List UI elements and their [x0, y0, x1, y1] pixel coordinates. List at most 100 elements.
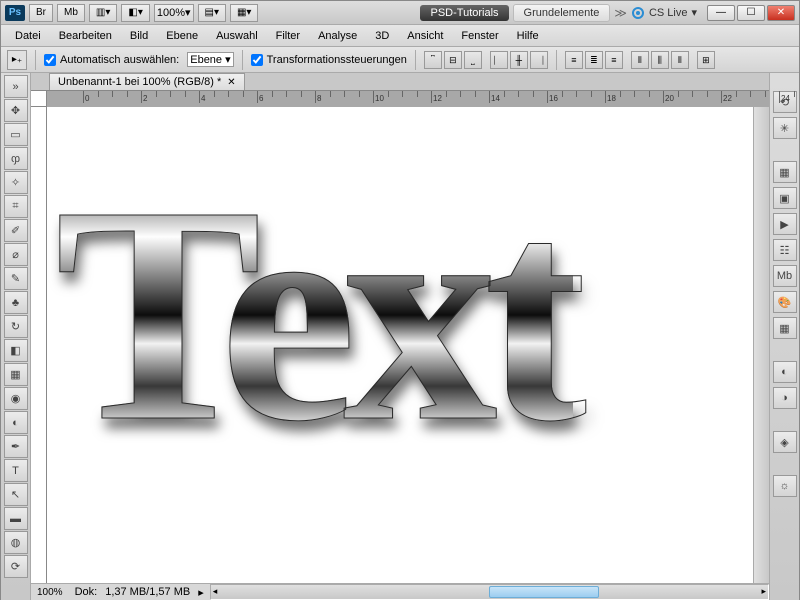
path-tool[interactable]: ↖ — [4, 483, 28, 506]
adjustments-panel-icon[interactable]: ◐ — [773, 361, 797, 383]
extras-button[interactable]: ◧▾ — [121, 4, 149, 22]
menu-auswahl[interactable]: Auswahl — [208, 27, 266, 45]
minimize-button[interactable]: — — [707, 5, 735, 21]
type-tool[interactable]: T — [4, 459, 28, 482]
actions-panel-icon[interactable]: ▶ — [773, 213, 797, 235]
channels-panel-icon[interactable]: ☷ — [773, 239, 797, 261]
scroll-left-icon[interactable]: ◂ — [213, 586, 218, 597]
crop-tool[interactable]: ⌗ — [4, 195, 28, 218]
workspace-other[interactable]: Grundelemente — [513, 4, 611, 22]
document-tab-title: Unbenannt-1 bei 100% (RGB/8) * — [58, 76, 221, 88]
align-hcenter-icon[interactable]: ╫ — [510, 51, 528, 69]
chevron-right-icon[interactable]: ▸ — [198, 586, 204, 599]
workspace-switcher[interactable]: PSD-Tutorials — [420, 5, 508, 21]
canvas-text-layer: Text — [55, 137, 573, 493]
scroll-right-icon[interactable]: ▸ — [761, 586, 766, 597]
3d-axis-panel-icon[interactable]: ✳ — [773, 117, 797, 139]
align-bottom-icon[interactable]: ⎵ — [464, 51, 482, 69]
navigator-panel-icon[interactable]: ▣ — [773, 187, 797, 209]
menu-hilfe[interactable]: Hilfe — [509, 27, 547, 45]
info-panel-icon[interactable]: ▦ — [773, 161, 797, 183]
auto-align-icon[interactable]: ⊞ — [697, 51, 715, 69]
transform-check[interactable] — [251, 54, 263, 66]
distribute-group-1: ≡ ≣ ≡ — [565, 51, 623, 69]
menu-3d[interactable]: 3D — [367, 27, 397, 45]
align-top-icon[interactable]: ⎴ — [424, 51, 442, 69]
dist-hcenter-icon[interactable]: ⫼ — [651, 51, 669, 69]
dist-left-icon[interactable]: ⫴ — [631, 51, 649, 69]
dist-vcenter-icon[interactable]: ≣ — [585, 51, 603, 69]
status-zoom[interactable]: 100% — [31, 584, 69, 600]
3d-rotate-tool[interactable]: ⟳ — [4, 555, 28, 578]
auto-select-check[interactable] — [44, 54, 56, 66]
layers-panel-icon[interactable]: ◈ — [773, 431, 797, 453]
eraser-tool[interactable]: ◧ — [4, 339, 28, 362]
arrange-button[interactable]: ▤▾ — [198, 4, 226, 22]
scrollbar-vertical[interactable] — [753, 107, 769, 583]
canvas[interactable]: Text — [47, 107, 769, 583]
menu-bar: Datei Bearbeiten Bild Ebene Auswahl Filt… — [1, 25, 799, 47]
app-logo-photoshop: Ps — [5, 5, 25, 21]
minibridge-panel-icon[interactable]: Mb — [773, 265, 797, 287]
chevron-right-icon[interactable]: ≫ — [614, 6, 627, 20]
swatches-panel-icon[interactable]: ▦ — [773, 317, 797, 339]
masks-panel-icon[interactable]: ◑ — [773, 387, 797, 409]
menu-bild[interactable]: Bild — [122, 27, 156, 45]
menu-analyse[interactable]: Analyse — [310, 27, 365, 45]
scrollbar-horizontal[interactable]: ◂ ▸ — [210, 584, 769, 600]
dist-bottom-icon[interactable]: ≡ — [605, 51, 623, 69]
ruler-label: 18 — [607, 94, 616, 103]
dodge-tool[interactable]: ◐ — [4, 411, 28, 434]
move-tool[interactable]: ✥ — [4, 99, 28, 122]
cs-live-button[interactable]: CS Live ▾ — [631, 6, 697, 20]
scrollbar-thumb[interactable] — [489, 586, 599, 598]
align-left-icon[interactable]: ⎸ — [490, 51, 508, 69]
ruler-vertical[interactable] — [31, 107, 47, 583]
ruler-label: 4 — [201, 94, 205, 103]
menu-ebene[interactable]: Ebene — [158, 27, 206, 45]
zoom-select[interactable]: 100% ▾ — [154, 4, 194, 22]
align-right-icon[interactable]: ⎹ — [530, 51, 548, 69]
ruler-label: 24 — [781, 94, 790, 103]
gradient-tool[interactable]: ▦ — [4, 363, 28, 386]
panel-dock: ⟲ ✳ ▦ ▣ ▶ ☷ Mb 🎨 ▦ ◐ ◑ ◈ ☼ — [769, 73, 799, 600]
move-tool-icon[interactable]: ▸₊ — [7, 50, 27, 70]
3d-tool[interactable]: ◍ — [4, 531, 28, 554]
close-icon[interactable]: ✕ — [227, 77, 235, 88]
pen-tool[interactable]: ✒ — [4, 435, 28, 458]
document-tab[interactable]: Unbenannt-1 bei 100% (RGB/8) * ✕ — [49, 73, 245, 90]
shape-tool[interactable]: ▬ — [4, 507, 28, 530]
menu-datei[interactable]: Datei — [7, 27, 49, 45]
ruler-label: 6 — [259, 94, 263, 103]
color-panel-icon[interactable]: 🎨 — [773, 291, 797, 313]
marquee-tool[interactable]: ▭ — [4, 123, 28, 146]
minibridge-button[interactable]: Mb — [57, 4, 85, 22]
styles-panel-icon[interactable]: ☼ — [773, 475, 797, 497]
dist-top-icon[interactable]: ≡ — [565, 51, 583, 69]
transform-checkbox[interactable]: Transformationssteuerungen — [251, 54, 407, 66]
healing-tool[interactable]: ⌀ — [4, 243, 28, 266]
maximize-button[interactable]: ☐ — [737, 5, 765, 21]
stamp-tool[interactable]: ♣ — [4, 291, 28, 314]
dist-right-icon[interactable]: ⫴ — [671, 51, 689, 69]
close-button[interactable]: ✕ — [767, 5, 795, 21]
divider — [242, 50, 243, 70]
align-vcenter-icon[interactable]: ⊟ — [444, 51, 462, 69]
auto-select-checkbox[interactable]: Automatisch auswählen: — [44, 54, 179, 66]
doc-view-button[interactable]: ▦▾ — [230, 4, 258, 22]
menu-ansicht[interactable]: Ansicht — [399, 27, 451, 45]
ruler-origin[interactable] — [31, 91, 47, 107]
auto-select-target[interactable]: Ebene ▾ — [187, 52, 233, 67]
menu-bearbeiten[interactable]: Bearbeiten — [51, 27, 120, 45]
blur-tool[interactable]: ◉ — [4, 387, 28, 410]
screen-mode-button[interactable]: ▥▾ — [89, 4, 117, 22]
wand-tool[interactable]: ✧ — [4, 171, 28, 194]
lasso-tool[interactable]: ჶ — [4, 147, 28, 170]
history-brush-tool[interactable]: ↻ — [4, 315, 28, 338]
menu-filter[interactable]: Filter — [268, 27, 308, 45]
bridge-button[interactable]: Br — [29, 4, 53, 22]
collapse-icon[interactable]: » — [4, 75, 28, 98]
menu-fenster[interactable]: Fenster — [453, 27, 506, 45]
eyedropper-tool[interactable]: ✐ — [4, 219, 28, 242]
brush-tool[interactable]: ✎ — [4, 267, 28, 290]
